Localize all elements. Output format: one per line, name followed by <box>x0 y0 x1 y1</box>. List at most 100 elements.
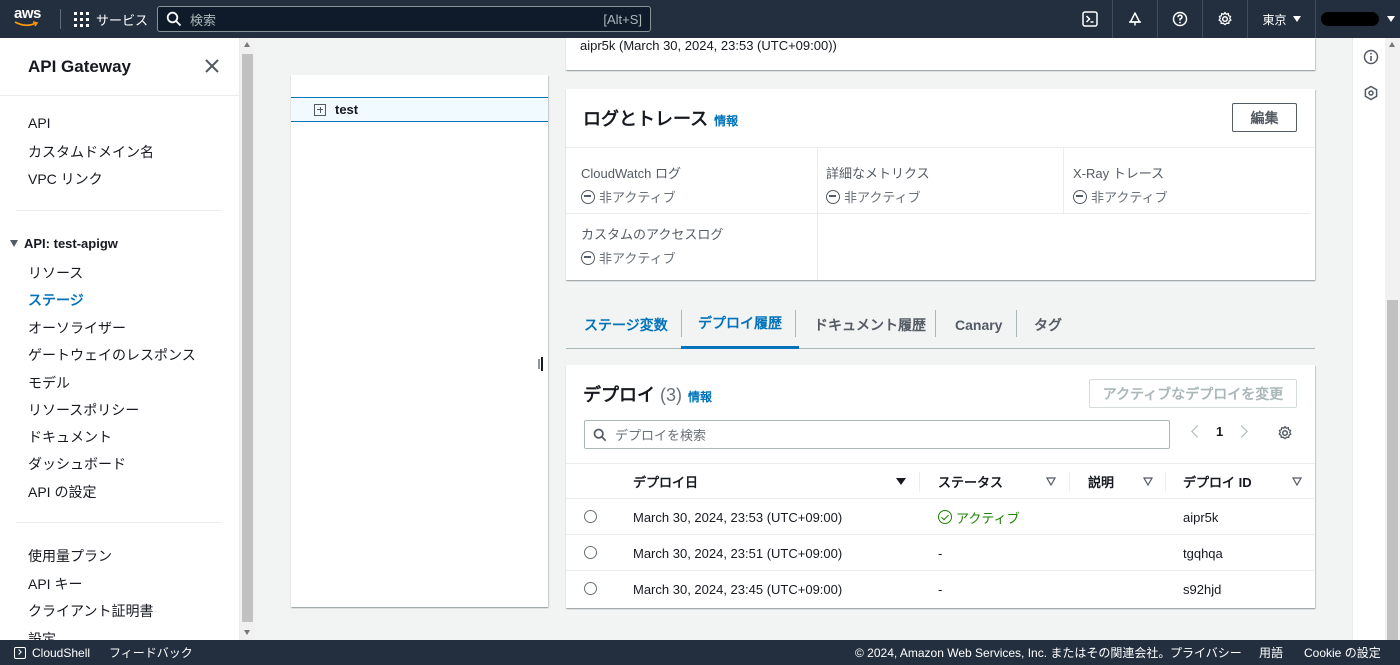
footer: CloudShell フィードバック © 2024, Amazon Web Se… <box>0 640 1400 665</box>
logs-info-link[interactable]: 情報 <box>714 112 738 129</box>
table-row[interactable]: March 30, 2024, 23:53 (UTC+09:00) アクティブ … <box>566 499 1315 535</box>
tab-deployment-history[interactable]: デプロイ履歴 <box>681 300 799 349</box>
column-header-deploy-date[interactable]: デプロイ日 <box>633 464 698 499</box>
deployments-info-link[interactable]: 情報 <box>688 388 712 405</box>
sort-descending-icon[interactable] <box>896 478 906 485</box>
next-page-icon[interactable] <box>1235 425 1249 438</box>
close-icon[interactable] <box>204 58 220 74</box>
sort-icon[interactable] <box>1046 477 1056 486</box>
notifications-button[interactable] <box>1112 0 1157 38</box>
sidebar-item-stages[interactable]: ステージ <box>28 290 84 310</box>
previous-page-icon[interactable] <box>1191 425 1204 438</box>
expand-icon[interactable] <box>314 103 326 116</box>
scrollbar-thumb[interactable] <box>1387 300 1398 640</box>
sidebar-item-resource-policy[interactable]: リソースポリシー <box>28 400 139 420</box>
tab-tags[interactable]: タグ <box>1034 300 1062 349</box>
sidebar-item-gateway-responses[interactable]: ゲートウェイのレスポンス <box>28 345 196 365</box>
sidebar-item-dashboard[interactable]: ダッシュボード <box>28 454 126 474</box>
cloudshell-button[interactable] <box>1067 0 1112 38</box>
caret-down-icon <box>10 240 18 247</box>
sidebar-item-vpc-link[interactable]: VPC リンク <box>28 169 103 189</box>
terms-link[interactable]: 用語 <box>1259 640 1283 665</box>
scrollbar-thumb[interactable] <box>242 54 253 622</box>
aws-logo-text: aws <box>14 5 41 22</box>
sidebar-item-resources[interactable]: リソース <box>28 263 83 283</box>
privacy-link[interactable]: プライバシー <box>1170 640 1242 665</box>
field-label: X-Ray トレース <box>1073 166 1165 181</box>
cloudshell-icon <box>14 646 26 659</box>
table-row[interactable]: March 30, 2024, 23:45 (UTC+09:00) - s92h… <box>566 571 1315 607</box>
table-header: デプロイ日 ステータス 説明 デプロイ ID <box>566 463 1315 499</box>
tree-node-test[interactable]: test <box>291 97 548 122</box>
cookie-settings-link[interactable]: Cookie の設定 <box>1304 640 1381 665</box>
stage-tabs: ステージ変数 デプロイ履歴 ドキュメント履歴 Canary タグ <box>566 300 1315 349</box>
logs-header: ログとトレース 情報 <box>583 105 738 131</box>
change-active-deployment-button[interactable]: アクティブなデプロイを変更 <box>1089 379 1297 408</box>
help-button[interactable] <box>1157 0 1202 38</box>
sidebar-item-models[interactable]: モデル <box>28 373 70 393</box>
scroll-down-icon[interactable] <box>244 630 250 635</box>
field-value-text: 非アクティブ <box>599 190 676 205</box>
main-scrollbar[interactable] <box>1385 38 1400 640</box>
sidebar-item-settings[interactable]: 設定 <box>28 629 56 640</box>
column-header-description[interactable]: 説明 <box>1088 464 1114 499</box>
settings-button[interactable] <box>1202 0 1247 38</box>
help-icon <box>1172 11 1188 27</box>
field-label: CloudWatch ログ <box>581 166 681 181</box>
scroll-up-icon[interactable] <box>244 42 250 47</box>
column-separator <box>919 472 920 492</box>
search-placeholder: デプロイを検索 <box>615 428 707 443</box>
sidebar-title[interactable]: API Gateway <box>28 57 131 77</box>
table-row[interactable]: March 30, 2024, 23:51 (UTC+09:00) - tgqh… <box>566 535 1315 571</box>
sidebar-item-api-keys[interactable]: API キー <box>28 574 82 594</box>
row-select-radio[interactable] <box>584 582 597 595</box>
search-placeholder: 検索 <box>190 12 217 28</box>
side-navigation: API Gateway API カスタムドメイン名 VPC リンク API: t… <box>0 38 240 640</box>
edit-button[interactable]: 編集 <box>1232 103 1297 132</box>
deploy-date-cell: March 30, 2024, 23:45 (UTC+09:00) <box>633 581 843 597</box>
status-cell: アクティブ <box>938 499 1020 535</box>
table-settings-icon[interactable] <box>1277 425 1293 441</box>
aws-logo[interactable]: aws <box>14 6 46 32</box>
sidebar-item-authorizers[interactable]: オーソライザー <box>28 318 126 338</box>
column-separator <box>1069 472 1070 492</box>
hexagon-icon[interactable] <box>1363 85 1379 101</box>
deployments-title: デプロイ <box>583 385 655 405</box>
column-header-deploy-id[interactable]: デプロイ ID <box>1183 464 1252 499</box>
scroll-up-icon[interactable] <box>1389 42 1395 47</box>
tab-documentation-history[interactable]: ドキュメント履歴 <box>814 300 926 349</box>
deployment-search-input[interactable]: デプロイを検索 <box>584 420 1170 449</box>
stage-tree-panel: test <box>291 75 548 607</box>
sidebar-item-usage-plans[interactable]: 使用量プラン <box>28 546 112 566</box>
account-menu[interactable] <box>1315 0 1400 38</box>
search-shortcut: [Alt+S] <box>603 11 642 27</box>
sidebar-item-api-settings[interactable]: API の設定 <box>28 482 96 502</box>
field-value-text: 非アクティブ <box>599 251 676 266</box>
tab-canary[interactable]: Canary <box>955 300 1002 349</box>
page-number[interactable]: 1 <box>1216 424 1223 439</box>
cloudshell-footer-button[interactable]: CloudShell <box>14 640 90 665</box>
feedback-link[interactable]: フィードバック <box>109 640 193 665</box>
sort-icon[interactable] <box>1292 477 1302 486</box>
sidebar-section-api[interactable]: API: test-apigw <box>10 236 118 251</box>
region-selector[interactable]: 東京 <box>1247 0 1315 38</box>
search-icon <box>166 11 182 27</box>
row-select-radio[interactable] <box>584 546 597 559</box>
column-header-status[interactable]: ステータス <box>938 464 1003 499</box>
row-select-radio[interactable] <box>584 510 597 523</box>
sidebar-scrollbar[interactable] <box>240 38 255 640</box>
caret-down-icon <box>1292 16 1301 22</box>
sidebar-item-api[interactable]: API <box>28 115 51 131</box>
panel-resize-handle-icon[interactable] <box>537 357 545 371</box>
services-menu-button[interactable]: サービス <box>74 9 148 29</box>
sidebar-divider <box>0 95 239 96</box>
tab-stage-variables[interactable]: ステージ変数 <box>584 300 668 349</box>
deployments-count: (3) <box>660 385 682 405</box>
sort-icon[interactable] <box>1143 477 1153 486</box>
sidebar-item-custom-domain[interactable]: カスタムドメイン名 <box>28 142 154 162</box>
info-icon[interactable] <box>1363 49 1379 65</box>
sidebar-item-client-certificates[interactable]: クライアント証明書 <box>28 601 153 621</box>
sidebar-item-documentation[interactable]: ドキュメント <box>28 427 112 447</box>
field-value: 非アクティブ <box>826 187 930 206</box>
global-search-input[interactable]: 検索 [Alt+S] <box>157 6 651 32</box>
